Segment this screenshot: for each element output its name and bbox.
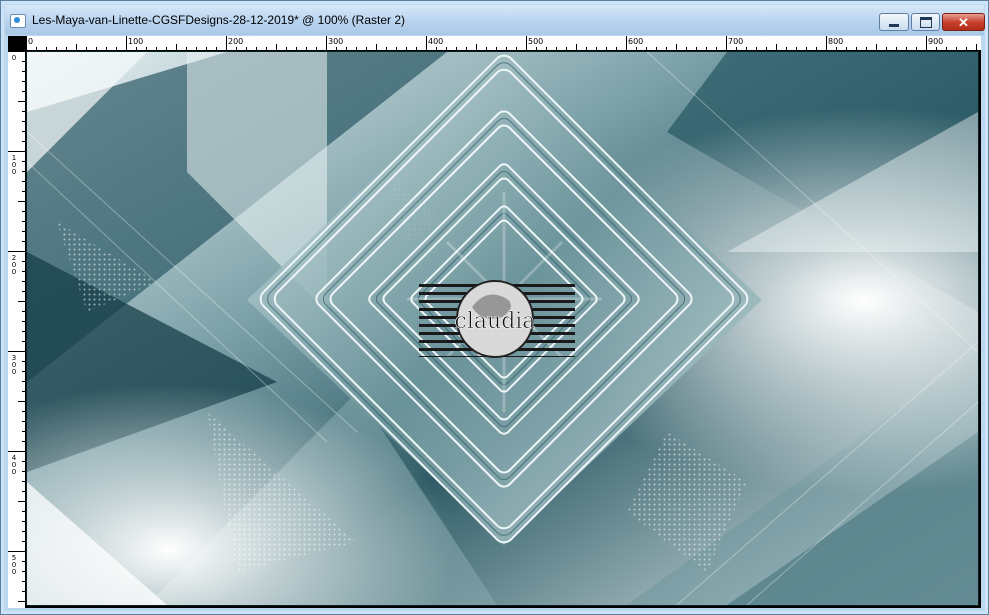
ruler-top-label: 800 xyxy=(828,37,844,46)
ruler-top-label: 900 xyxy=(928,37,944,46)
window-title: Les-Maya-van-Linette-CGSFDesigns-28-12-2… xyxy=(32,13,406,27)
ruler-left-label: 400 xyxy=(11,454,17,476)
close-button[interactable]: ✕ xyxy=(942,13,985,31)
ruler-left-label: 300 xyxy=(11,354,17,376)
maximize-icon xyxy=(919,16,932,28)
image-frame: 0 100 200 300 400 500 600 700 800 900 0 … xyxy=(8,36,981,608)
ruler-corner xyxy=(8,36,26,51)
ruler-top-label: 700 xyxy=(728,37,744,46)
maximize-button[interactable] xyxy=(911,13,940,31)
ruler-top-label: 100 xyxy=(128,37,144,46)
ruler-top-label: 0 xyxy=(28,37,34,46)
watermark: claudia xyxy=(419,280,575,358)
ruler-left-label: 500 xyxy=(11,554,17,576)
ruler-left-label: 0 xyxy=(11,54,17,62)
title-bar[interactable]: Les-Maya-van-Linette-CGSFDesigns-28-12-2… xyxy=(5,5,985,35)
ruler-top-label: 400 xyxy=(428,37,444,46)
ruler-left-label: 100 xyxy=(11,154,17,176)
ruler-top-label: 500 xyxy=(528,37,544,46)
ruler-left-label: 200 xyxy=(11,254,17,276)
horizontal-ruler[interactable]: 0 100 200 300 400 500 600 700 800 900 xyxy=(26,36,981,51)
minimize-icon xyxy=(889,23,899,27)
image-canvas[interactable]: claudia xyxy=(26,51,979,606)
watermark-text: claudia xyxy=(455,309,536,334)
vertical-ruler[interactable]: 0 100 200 300 400 500 xyxy=(8,51,26,608)
ruler-top-label: 300 xyxy=(328,37,344,46)
app-window: Les-Maya-van-Linette-CGSFDesigns-28-12-2… xyxy=(0,0,989,615)
ruler-top-label: 200 xyxy=(228,37,244,46)
app-image-icon[interactable] xyxy=(10,14,26,28)
minimize-button[interactable] xyxy=(879,13,909,31)
artwork: claudia xyxy=(27,52,978,605)
ruler-top-label: 600 xyxy=(628,37,644,46)
vertical-ruler-ticks xyxy=(8,51,25,602)
close-icon: ✕ xyxy=(958,14,969,30)
